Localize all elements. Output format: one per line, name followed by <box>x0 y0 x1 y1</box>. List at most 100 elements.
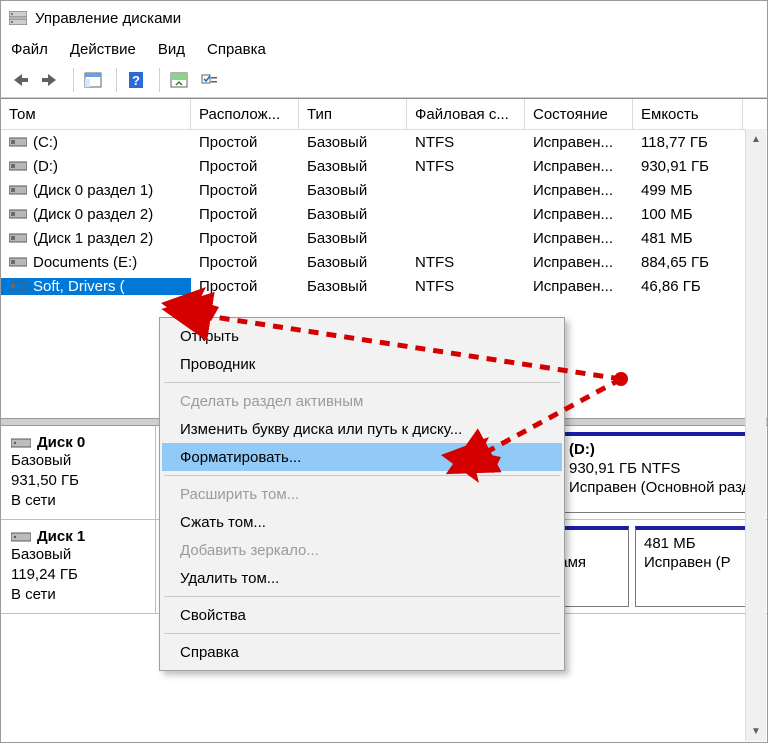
volume-layout: Простой <box>191 134 299 151</box>
volume-fs: NTFS <box>407 158 525 175</box>
menu-help[interactable]: Справка <box>207 41 266 58</box>
disk-type: Базовый <box>11 451 145 471</box>
volume-row[interactable]: Soft, Drivers ( ПростойБазовыйNTFSИсправе… <box>1 274 767 298</box>
scroll-down-icon[interactable]: ▼ <box>746 721 766 741</box>
disk-management-window: Управление дисками Файл Действие Вид Спр… <box>0 0 768 743</box>
volume-name: (Диск 1 раздел 2) <box>33 230 153 247</box>
toolbar-separator <box>116 68 117 92</box>
partition-size: 481 МБ <box>644 534 746 553</box>
col-status[interactable]: Состояние <box>525 99 633 129</box>
menubar: Файл Действие Вид Справка <box>1 35 767 63</box>
volume-capacity: 499 МБ <box>633 182 743 199</box>
scroll-up-icon[interactable]: ▲ <box>746 129 766 149</box>
ctx-mark-active: Сделать раздел активным <box>162 387 562 415</box>
disk-label[interactable]: Диск 1Базовый119,24 ГБВ сети <box>1 520 156 613</box>
disk-label[interactable]: Диск 0Базовый931,50 ГБВ сети <box>1 426 156 519</box>
partition[interactable]: (D:)930,91 ГБ NTFSИсправен (Основной раз… <box>560 432 755 513</box>
ctx-format[interactable]: Форматировать... <box>162 443 562 471</box>
menu-view[interactable]: Вид <box>158 41 185 58</box>
view-settings-button[interactable] <box>196 67 222 93</box>
volume-type: Базовый <box>299 254 407 271</box>
disk-size: 931,50 ГБ <box>11 471 145 491</box>
disk-name: Диск 0 <box>37 434 85 451</box>
window-title: Управление дисками <box>35 10 181 27</box>
volume-row[interactable]: Documents (E:)ПростойБазовыйNTFSИсправен… <box>1 250 767 274</box>
volume-status: Исправен... <box>525 206 633 223</box>
volume-name: Soft, Drivers ( <box>33 278 125 295</box>
col-capacity[interactable]: Емкость <box>633 99 743 129</box>
toolbar: ? <box>1 63 767 98</box>
volume-capacity: 100 МБ <box>633 206 743 223</box>
volume-capacity: 884,65 ГБ <box>633 254 743 271</box>
volume-status: Исправен... <box>525 158 633 175</box>
volume-status: Исправен... <box>525 278 633 295</box>
volume-type: Базовый <box>299 182 407 199</box>
volume-capacity: 481 МБ <box>633 230 743 247</box>
ctx-extend: Расширить том... <box>162 480 562 508</box>
col-fs[interactable]: Файловая с... <box>407 99 525 129</box>
ctx-open[interactable]: Открыть <box>162 322 562 350</box>
context-menu: Открыть Проводник Сделать раздел активны… <box>159 317 565 671</box>
ctx-delete[interactable]: Удалить том... <box>162 564 562 592</box>
partition[interactable]: 481 МБИсправен (Р <box>635 526 755 607</box>
volume-list-body: (C:)ПростойБазовыйNTFSИсправен...118,77 … <box>1 130 767 298</box>
disk-icon <box>11 436 31 450</box>
volume-row[interactable]: (Диск 0 раздел 2) ПростойБазовый Исправен.… <box>1 202 767 226</box>
volume-list-header: Том Располож... Тип Файловая с... Состоя… <box>1 98 767 130</box>
disk-management-icon <box>9 9 27 27</box>
volume-fs: NTFS <box>407 254 525 271</box>
volume-type: Базовый <box>299 158 407 175</box>
volume-name: (D:) <box>33 158 58 175</box>
nav-back-button[interactable] <box>7 67 33 93</box>
ctx-mirror: Добавить зеркало... <box>162 536 562 564</box>
volume-name: (Диск 0 раздел 1) <box>33 182 153 199</box>
volume-name: (Диск 0 раздел 2) <box>33 206 153 223</box>
volume-row[interactable]: (C:) ПростойБазовыйNTFSИсправен...118,77 … <box>1 130 767 154</box>
volume-layout: Простой <box>191 206 299 223</box>
disk-size: 119,24 ГБ <box>11 565 145 585</box>
volume-type: Базовый <box>299 230 407 247</box>
toolbar-separator <box>73 68 74 92</box>
volume-layout: Простой <box>191 278 299 295</box>
volume-layout: Простой <box>191 254 299 271</box>
col-volume[interactable]: Том <box>1 99 191 129</box>
volume-fs: NTFS <box>407 134 525 151</box>
volume-row[interactable]: (Диск 0 раздел 1)ПростойБазовыйИсправен.… <box>1 178 767 202</box>
show-hide-console-button[interactable] <box>80 67 106 93</box>
volume-type: Базовый <box>299 278 407 295</box>
volume-row[interactable]: (Диск 1 раздел 2)ПростойБазовыйИсправен.… <box>1 226 767 250</box>
volume-status: Исправен... <box>525 134 633 151</box>
volume-type: Базовый <box>299 134 407 151</box>
volume-fs: NTFS <box>407 278 525 295</box>
volume-status: Исправен... <box>525 182 633 199</box>
partition-status: Исправен (Р <box>644 553 746 572</box>
volume-layout: Простой <box>191 230 299 247</box>
disk-name: Диск 1 <box>37 528 85 545</box>
disk-state: В сети <box>11 491 145 511</box>
volume-name: (C:) <box>33 134 58 151</box>
menu-file[interactable]: Файл <box>11 41 48 58</box>
partition-status: Исправен (Основной разд <box>569 478 746 497</box>
view-top-button[interactable] <box>166 67 192 93</box>
ctx-shrink[interactable]: Сжать том... <box>162 508 562 536</box>
volume-capacity: 118,77 ГБ <box>633 134 743 151</box>
nav-forward-button[interactable] <box>37 67 63 93</box>
partition-title: (D:) <box>569 440 746 459</box>
col-type[interactable]: Тип <box>299 99 407 129</box>
volume-type: Базовый <box>299 206 407 223</box>
titlebar: Управление дисками <box>1 1 767 35</box>
partition-size: 930,91 ГБ NTFS <box>569 459 746 478</box>
toolbar-separator <box>159 68 160 92</box>
volume-row[interactable]: (D:)ПростойБазовыйNTFSИсправен...930,91 … <box>1 154 767 178</box>
vertical-scrollbar[interactable]: ▲ ▼ <box>745 129 766 741</box>
col-layout[interactable]: Располож... <box>191 99 299 129</box>
help-button[interactable]: ? <box>123 67 149 93</box>
menu-action[interactable]: Действие <box>70 41 136 58</box>
volume-capacity: 930,91 ГБ <box>633 158 743 175</box>
ctx-properties[interactable]: Свойства <box>162 601 562 629</box>
disk-state: В сети <box>11 585 145 605</box>
ctx-explorer[interactable]: Проводник <box>162 350 562 378</box>
ctx-change-letter[interactable]: Изменить букву диска или путь к диску... <box>162 415 562 443</box>
ctx-help[interactable]: Справка <box>162 638 562 666</box>
disk-type: Базовый <box>11 545 145 565</box>
